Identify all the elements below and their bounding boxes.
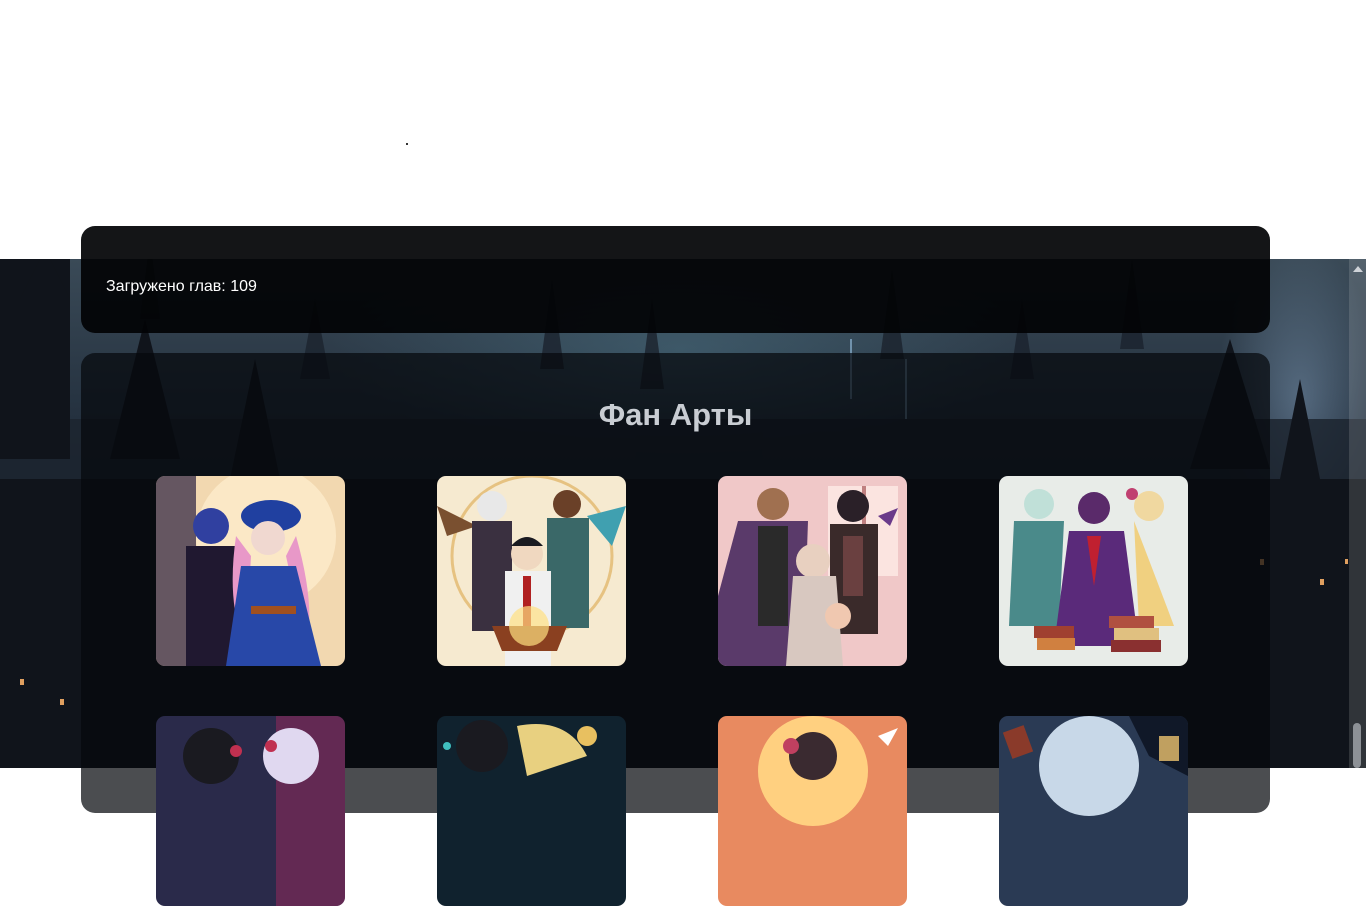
fanart-image-4[interactable] xyxy=(999,476,1188,666)
fanart-image-3[interactable] xyxy=(718,476,907,666)
scrollbar-thumb[interactable] xyxy=(1353,723,1361,768)
page-scrollbar[interactable] xyxy=(1349,259,1366,768)
fanart-image-7[interactable] xyxy=(718,716,907,906)
fanart-image-2[interactable] xyxy=(437,476,626,666)
fanart-image-1[interactable] xyxy=(156,476,345,666)
fanart-title: Фан Арты xyxy=(598,397,753,432)
fanart-section: Фан Арты xyxy=(81,353,1270,906)
page-top-area xyxy=(0,0,1366,259)
book-info-panel: Загружено глав: 109 xyxy=(81,226,1270,333)
scroll-up-arrow-icon[interactable] xyxy=(1353,266,1363,272)
stray-dot xyxy=(406,143,408,145)
fanart-image-8[interactable] xyxy=(999,716,1188,906)
fanart-image-6[interactable] xyxy=(437,716,626,906)
fanart-image-5[interactable] xyxy=(156,716,345,906)
chapters-loaded-text: Загружено глав: 109 xyxy=(106,278,257,295)
